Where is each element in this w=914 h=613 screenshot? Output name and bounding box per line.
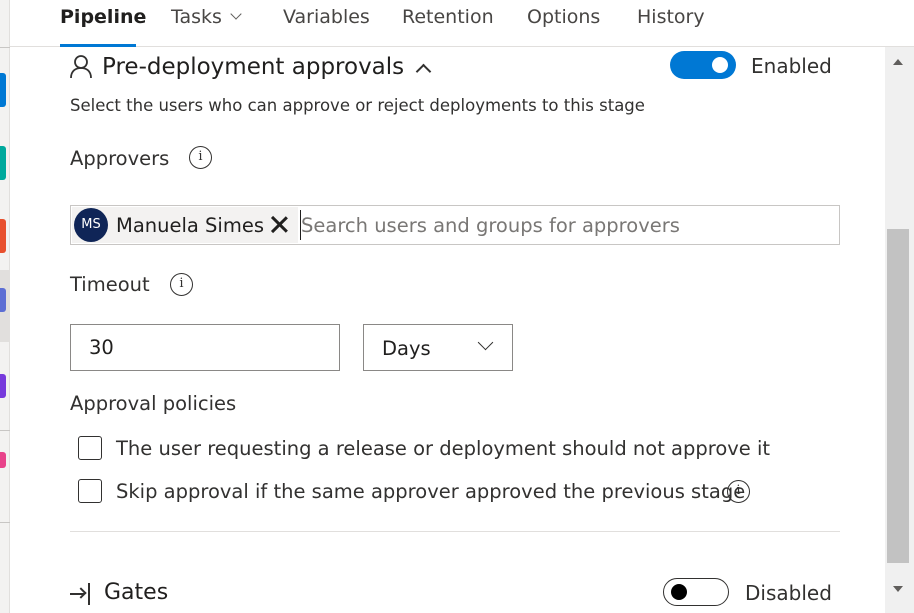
tab-label: Tasks	[171, 6, 222, 28]
left-nav-divider	[0, 47, 10, 48]
arrow-into-bar-icon	[70, 583, 92, 605]
policy-checkbox-requester[interactable]	[78, 436, 102, 460]
section-title: Pre-deployment approvals	[102, 54, 405, 80]
left-nav-divider	[0, 522, 10, 523]
timeout-unit-dropdown[interactable]: Days	[363, 324, 513, 371]
tab-options[interactable]: Options	[527, 6, 600, 34]
approvers-picker[interactable]: MS Manuela Simes	[70, 205, 840, 245]
close-icon[interactable]	[268, 213, 290, 235]
toggle-state-label: Enabled	[751, 54, 832, 78]
toggle-knob	[712, 57, 728, 73]
section-divider	[70, 531, 840, 532]
tab-bar: Pipeline Tasks Variables Retention Optio…	[10, 0, 914, 47]
toggle-knob	[671, 584, 687, 600]
tab-history[interactable]: History	[637, 6, 705, 34]
tab-pipeline[interactable]: Pipeline	[60, 6, 146, 34]
gates-toggle[interactable]	[663, 578, 729, 606]
active-tab-indicator	[60, 44, 136, 47]
chevron-down-icon	[477, 334, 494, 351]
tab-label: Options	[527, 6, 601, 28]
tab-variables[interactable]: Variables	[283, 6, 370, 34]
scrollbar-thumb[interactable]	[887, 229, 909, 563]
tab-label: Variables	[283, 6, 370, 28]
avatar: MS	[74, 208, 108, 242]
tab-retention[interactable]: Retention	[402, 6, 494, 34]
tab-label: Retention	[402, 6, 494, 28]
approver-search-input[interactable]	[300, 210, 830, 240]
policy-label: The user requesting a release or deploym…	[116, 437, 771, 460]
left-nav-item-artifacts[interactable]	[0, 374, 6, 398]
chevron-down-icon	[230, 8, 242, 20]
gates-title: Gates	[104, 580, 169, 605]
dropdown-selected-value: Days	[382, 337, 431, 360]
approver-chip: MS Manuela Simes	[72, 207, 298, 243]
timeout-value-input[interactable]	[70, 324, 340, 371]
approvers-label: Approvers	[70, 147, 170, 170]
scroll-down-arrow-icon[interactable]	[893, 586, 903, 592]
left-nav-item-repos[interactable]	[0, 146, 6, 180]
person-icon	[70, 55, 92, 79]
tab-label: Pipeline	[60, 6, 147, 28]
left-nav-strip	[0, 0, 10, 613]
scroll-up-arrow-icon[interactable]	[893, 59, 903, 65]
left-nav-item-test[interactable]	[0, 219, 6, 253]
section-description: Select the users who can approve or reje…	[70, 96, 645, 115]
pre-deployment-header[interactable]: Pre-deployment approvals	[70, 52, 432, 82]
tab-label: History	[637, 6, 705, 28]
chevron-up-icon[interactable]	[415, 63, 432, 79]
info-icon[interactable]: i	[170, 273, 193, 296]
left-nav-item-boards[interactable]	[0, 73, 6, 107]
left-nav-item-pipelines[interactable]	[0, 288, 6, 312]
left-nav-divider	[0, 430, 10, 431]
left-nav-item-extra[interactable]	[0, 452, 6, 468]
approval-policies-label: Approval policies	[70, 392, 237, 415]
toggle-state-label: Disabled	[745, 581, 832, 605]
approver-name: Manuela Simes	[116, 213, 265, 237]
info-icon[interactable]: i	[727, 480, 750, 503]
policy-checkbox-skip-approval[interactable]	[78, 479, 102, 503]
pre-deployment-toggle[interactable]	[670, 51, 736, 79]
tab-tasks[interactable]: Tasks	[171, 6, 242, 34]
timeout-label: Timeout	[70, 273, 150, 296]
info-icon[interactable]: i	[189, 146, 212, 169]
release-stage-editor: Pipeline Tasks Variables Retention Optio…	[0, 0, 914, 613]
policy-label: Skip approval if the same approver appro…	[116, 480, 746, 503]
